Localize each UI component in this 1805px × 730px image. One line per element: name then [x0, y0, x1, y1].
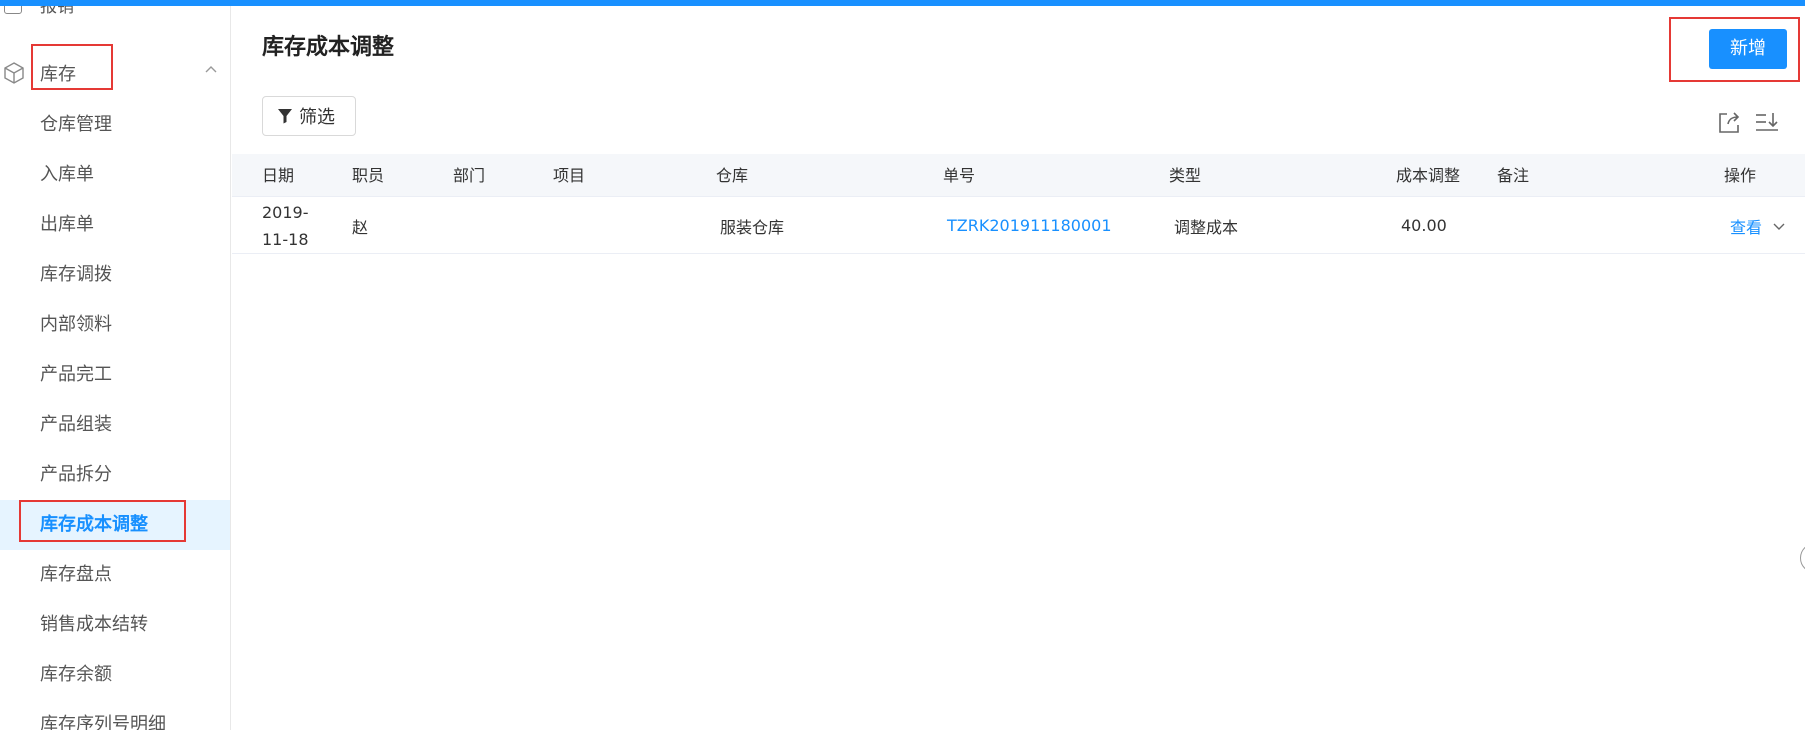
column-header-remark[interactable]: 备注	[1497, 154, 1529, 197]
column-header-number[interactable]: 单号	[943, 154, 975, 197]
sidebar-item-inventory-balance[interactable]: 库存余额	[0, 650, 230, 700]
cell-warehouse: 服装仓库	[720, 217, 785, 237]
sidebar-item-stocktaking[interactable]: 库存盘点	[0, 550, 230, 600]
chevron-down-icon[interactable]	[1772, 221, 1786, 231]
column-header-type[interactable]: 类型	[1169, 154, 1201, 197]
sidebar-item-stock-out[interactable]: 出库单	[0, 200, 230, 250]
cell-date: 2019-11-18	[262, 202, 309, 249]
table-row[interactable]: 2019-11-18 赵 服装仓库 TZRK201911180001 调整成本 …	[232, 197, 1805, 254]
column-header-date[interactable]: 日期	[262, 154, 294, 197]
sidebar-item-sales-cost-carryover[interactable]: 销售成本结转	[0, 600, 230, 650]
sidebar-menu: 仓库管理 入库单 出库单 库存调拨 内部领料 产品完工 产品组装 产品拆分 库存…	[0, 100, 230, 730]
view-link[interactable]: 查看	[1730, 214, 1762, 238]
sort-icon[interactable]	[1754, 110, 1780, 136]
expense-icon	[4, 6, 22, 14]
sidebar-item-product-disassembly[interactable]: 产品拆分	[0, 450, 230, 500]
filter-button[interactable]: 筛选	[262, 96, 356, 136]
sidebar-item-transfer[interactable]: 库存调拨	[0, 250, 230, 300]
cell-employee: 赵	[352, 217, 369, 237]
column-header-department[interactable]: 部门	[453, 154, 485, 197]
column-header-actions: 操作	[1724, 166, 1757, 185]
cell-cost-adjust: 40.00	[1401, 216, 1447, 235]
sidebar: 报销 库存 仓库管理 入库单 出库单 库存调拨 内部领料 产品完工 产品组装 产…	[0, 6, 231, 730]
column-header-warehouse[interactable]: 仓库	[716, 154, 748, 197]
page-title: 库存成本调整	[262, 35, 395, 60]
column-header-employee[interactable]: 职员	[352, 154, 384, 197]
sidebar-item-stock-in[interactable]: 入库单	[0, 150, 230, 200]
sidebar-item-cost-adjustment[interactable]: 库存成本调整	[0, 500, 230, 550]
sidebar-group-label: 库存	[40, 64, 76, 85]
filter-icon	[278, 109, 292, 124]
sidebar-item-product-assembly[interactable]: 产品组装	[0, 400, 230, 450]
chevron-up-icon	[205, 66, 217, 73]
cell-type: 调整成本	[1174, 217, 1239, 237]
table-body: 2019-11-18 赵 服装仓库 TZRK201911180001 调整成本 …	[232, 197, 1805, 254]
add-button[interactable]: 新增	[1709, 29, 1787, 69]
sidebar-item-expense[interactable]: 报销	[0, 6, 230, 17]
sidebar-item-product-completion[interactable]: 产品完工	[0, 350, 230, 400]
sidebar-group-inventory[interactable]: 库存	[0, 48, 230, 94]
cell-actions: 查看	[1730, 197, 1786, 254]
column-header-cost-adjust[interactable]: 成本调整	[1396, 154, 1460, 197]
sidebar-item-serial-number-detail[interactable]: 库存序列号明细	[0, 700, 230, 730]
main-content: 库存成本调整 新增 筛选 日期 职员 部门 项目 仓库 单号 类型 成本调整 备…	[232, 6, 1805, 730]
column-header-project[interactable]: 项目	[553, 154, 585, 197]
export-icon[interactable]	[1716, 110, 1742, 136]
sidebar-item-label: 报销	[40, 6, 74, 17]
table-header: 日期 职员 部门 项目 仓库 单号 类型 成本调整 备注 操作	[232, 154, 1805, 197]
sidebar-item-warehouse-management[interactable]: 仓库管理	[0, 100, 230, 150]
sidebar-item-internal-requisition[interactable]: 内部领料	[0, 300, 230, 350]
cell-number-link[interactable]: TZRK201911180001	[947, 197, 1112, 254]
cube-icon	[4, 62, 24, 84]
filter-button-label: 筛选	[299, 107, 335, 128]
